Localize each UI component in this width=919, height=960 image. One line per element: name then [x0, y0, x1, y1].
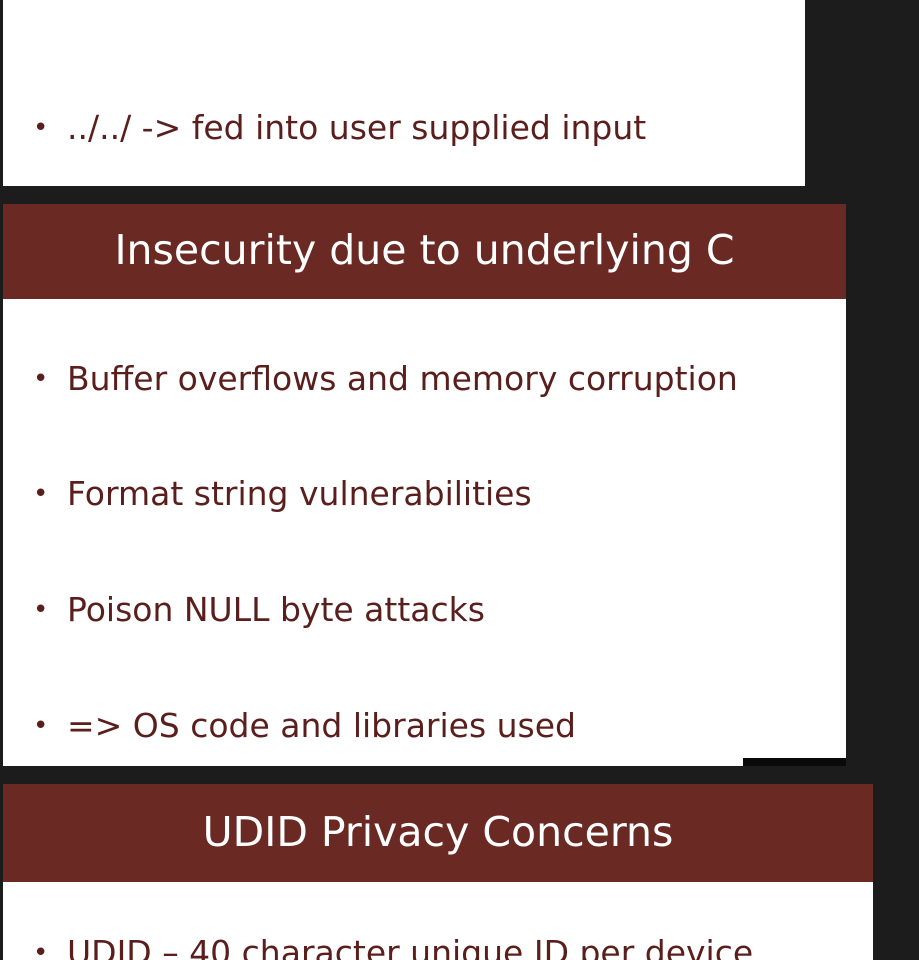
bullet-icon: •: [33, 595, 49, 625]
bullet-text: => OS code and libraries used: [67, 706, 577, 745]
list-item: • ../../ -> fed into user supplied input: [33, 108, 646, 148]
bullet-icon: •: [33, 711, 49, 741]
bullet-text: Format string vulnerabilities: [67, 474, 532, 513]
bullet-icon: •: [33, 938, 49, 960]
slide-title: UDID Privacy Concerns: [3, 784, 873, 882]
bullet-text: UDID – 40 character unique ID per device: [67, 933, 754, 960]
slide-footer-bar: [743, 758, 846, 766]
bullet-icon: •: [33, 113, 49, 143]
list-item: • Format string vulnerabilities: [33, 474, 532, 514]
list-item: • UDID – 40 character unique ID per devic…: [33, 933, 753, 960]
slide-1: • ../../ -> fed into user supplied input: [3, 0, 805, 186]
bullet-icon: •: [33, 479, 49, 509]
list-item: • Buffer overflows and memory corruption: [33, 359, 738, 399]
bullet-text: ../../ -> fed into user supplied input: [67, 108, 647, 147]
bullet-text: Poison NULL byte attacks: [67, 590, 485, 629]
slide-2: Insecurity due to underlying C • Buffer o…: [3, 204, 846, 766]
list-item: • => OS code and libraries used: [33, 706, 576, 746]
bullet-text: Buffer overflows and memory corruption: [67, 359, 738, 398]
list-item: • Poison NULL byte attacks: [33, 590, 485, 630]
bullet-icon: •: [33, 364, 49, 394]
slide-3: UDID Privacy Concerns • UDID – 40 charact…: [3, 784, 873, 960]
slide-title: Insecurity due to underlying C: [3, 204, 846, 299]
